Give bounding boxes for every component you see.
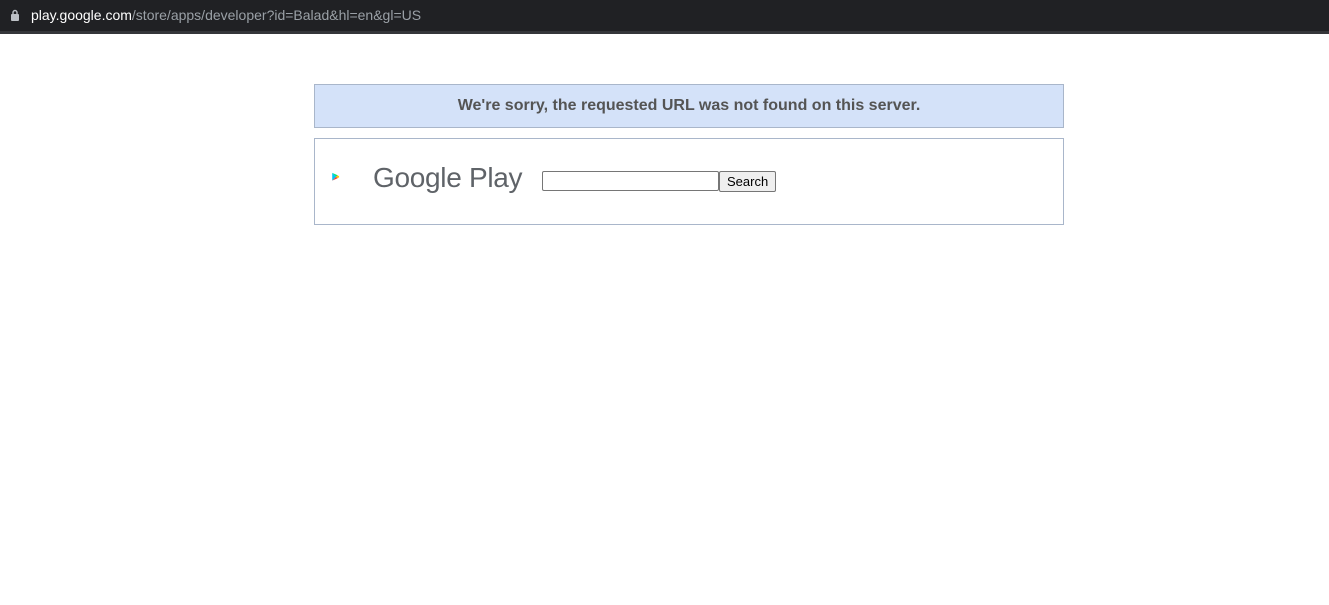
search-button[interactable]: Search [719, 171, 777, 192]
browser-address-bar[interactable]: play.google.com/store/apps/developer?id=… [0, 0, 1329, 34]
google-play-triangle-icon [332, 172, 340, 181]
error-message: We're sorry, the requested URL was not f… [457, 97, 921, 114]
lock-icon [11, 9, 19, 21]
url-path: /store/apps/developer?id=Balad&hl=en&gl=… [131, 7, 422, 23]
url-host: play.google.com [31, 7, 132, 23]
url-text[interactable]: play.google.com/store/apps/developer?id=… [31, 7, 421, 23]
search-panel: Google Play Search [314, 138, 1064, 225]
google-play-logo-text: Google Play [373, 162, 523, 193]
error-banner: We're sorry, the requested URL was not f… [314, 84, 1064, 128]
search-input[interactable] [542, 171, 719, 191]
